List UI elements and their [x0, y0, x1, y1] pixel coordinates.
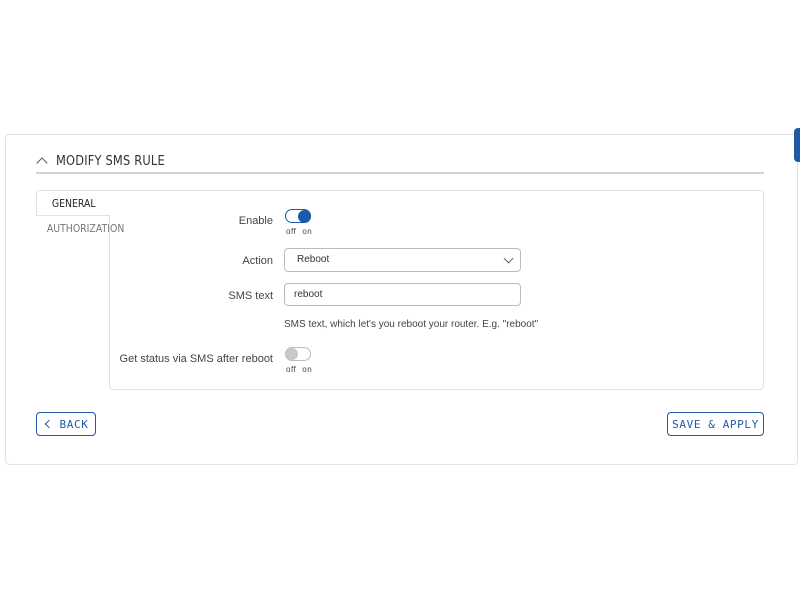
tab-authorization[interactable]: AUTHORIZATION: [36, 216, 124, 242]
action-select[interactable]: Reboot: [284, 248, 521, 272]
section-header[interactable]: MODIFY SMS RULE: [36, 150, 764, 174]
tab-list: GENERAL AUTHORIZATION: [36, 190, 124, 242]
enable-label: Enable: [238, 215, 273, 227]
scrollbar-thumb[interactable]: [794, 128, 800, 162]
get-status-label: Get status via SMS after reboot: [119, 353, 273, 365]
action-select-value: Reboot: [297, 254, 330, 265]
save-apply-button-label: SAVE & APPLY: [672, 417, 759, 431]
sms-text-label: SMS text: [228, 290, 273, 302]
enable-off-on-label: off on: [286, 227, 313, 236]
back-button-label: BACK: [59, 417, 89, 431]
tab-general[interactable]: GENERAL: [36, 190, 110, 216]
save-apply-button[interactable]: SAVE & APPLY: [667, 412, 764, 436]
sms-text-input[interactable]: [284, 283, 521, 306]
back-button[interactable]: BACK: [36, 412, 96, 436]
toggle-knob: [286, 348, 298, 360]
enable-toggle[interactable]: [285, 209, 311, 223]
toggle-knob: [298, 209, 311, 223]
section-title: MODIFY SMS RULE: [56, 153, 165, 169]
chevron-down-icon: [503, 253, 514, 264]
action-label: Action: [242, 255, 273, 267]
chevron-up-icon[interactable]: [36, 157, 48, 169]
sms-text-hint: SMS text, which let's you reboot your ro…: [284, 319, 539, 330]
get-status-toggle[interactable]: [285, 347, 311, 361]
get-status-off-on-label: off on: [286, 365, 313, 374]
chevron-left-icon: [44, 419, 53, 429]
